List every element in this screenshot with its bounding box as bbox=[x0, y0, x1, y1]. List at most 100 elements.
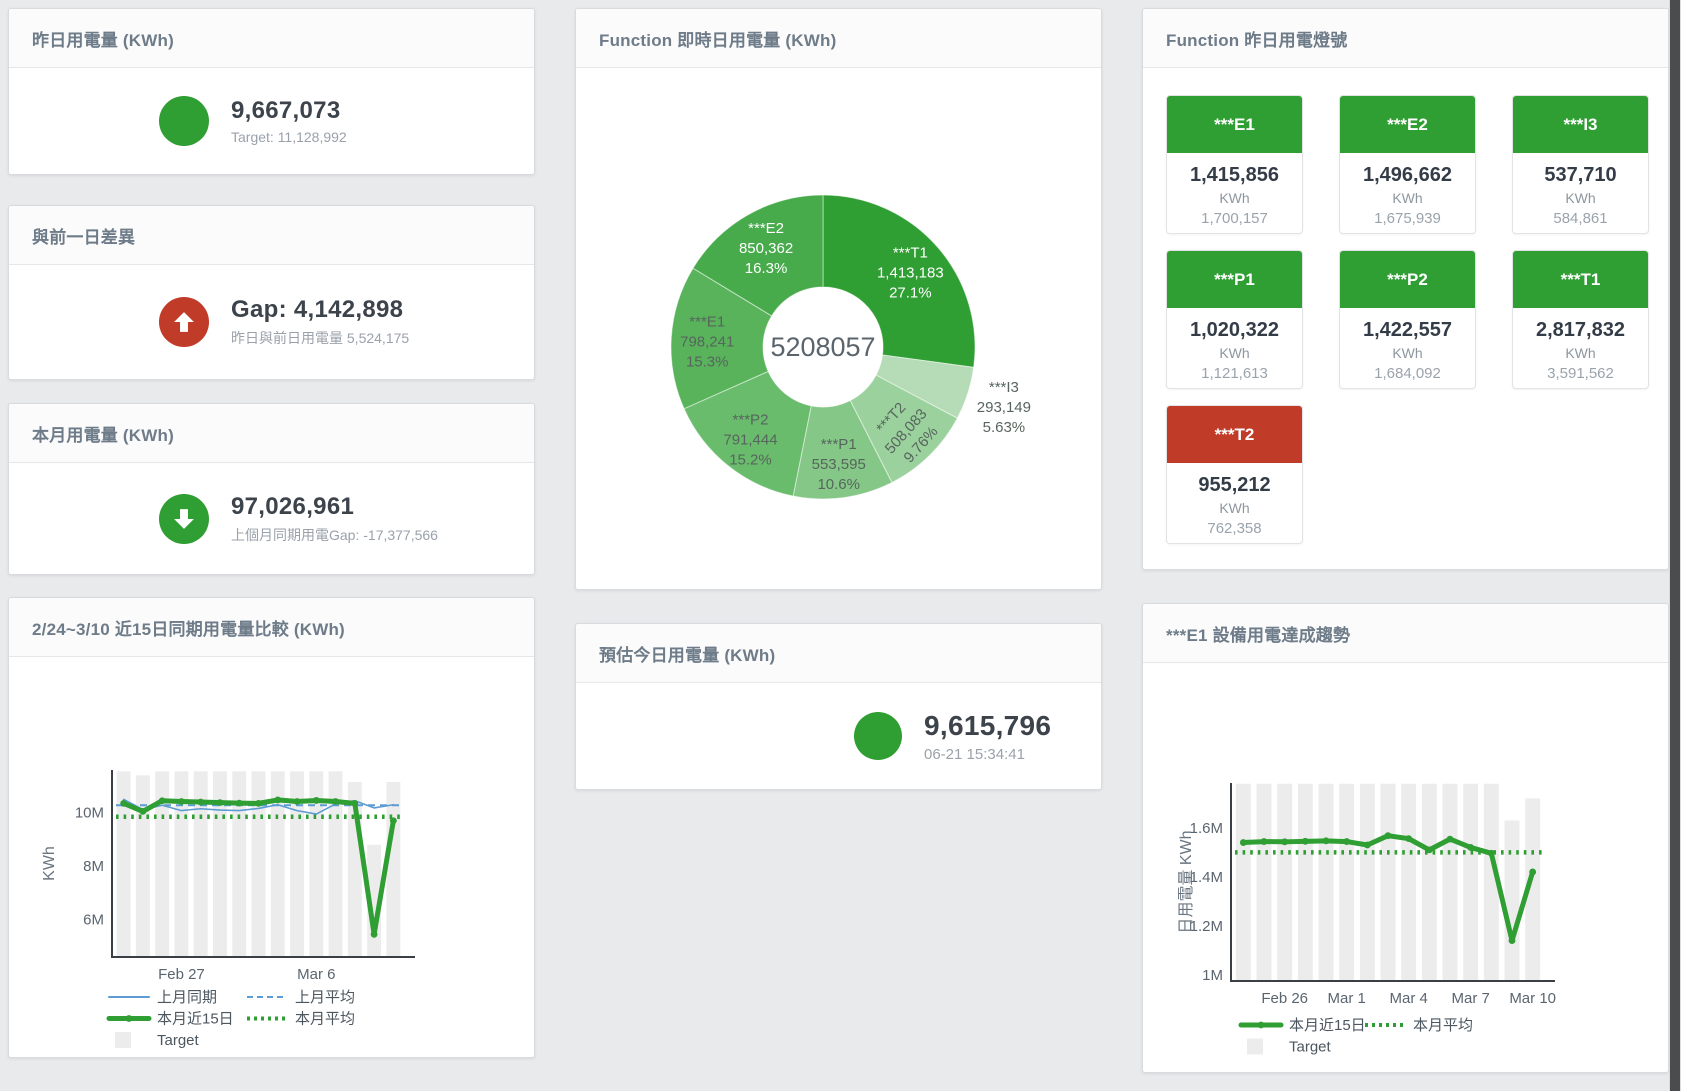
tile-unit: KWh bbox=[1513, 345, 1648, 361]
panel-yesterday-usage: 昨日用電量 (KWh) 9,667,073 Target: 11,128,992 bbox=[8, 8, 535, 175]
panel-month-usage: 本月用電量 (KWh) 97,026,961 上個月同期用電Gap: -17,3… bbox=[8, 403, 535, 575]
tile-value: 1,496,662 bbox=[1340, 164, 1475, 187]
tile-unit: KWh bbox=[1513, 190, 1648, 206]
tile-unit: KWh bbox=[1167, 345, 1302, 361]
tile-value: 1,422,557 bbox=[1340, 319, 1475, 342]
svg-text:本月平均: 本月平均 bbox=[1413, 1017, 1473, 1034]
tile-target: 762,358 bbox=[1167, 520, 1302, 537]
svg-text:上月平均: 上月平均 bbox=[295, 989, 355, 1006]
svg-text:1M: 1M bbox=[1202, 967, 1223, 984]
svg-text:***P2: ***P2 bbox=[733, 412, 769, 429]
up-arrow-icon bbox=[159, 297, 209, 347]
tile-unit: KWh bbox=[1340, 190, 1475, 206]
svg-text:上月同期: 上月同期 bbox=[157, 989, 217, 1006]
tile-status-header: ***P2 bbox=[1340, 251, 1475, 308]
tile-body: 1,496,662KWh1,675,939 bbox=[1340, 164, 1475, 227]
svg-text:Target: Target bbox=[1289, 1039, 1332, 1056]
stat-value: 9,615,796 bbox=[924, 710, 1051, 742]
panel-day-gap: 與前一日差異 Gap: 4,142,898 昨日與前日用電量 5,524,175 bbox=[8, 205, 535, 380]
tile-body: 537,710KWh584,861 bbox=[1513, 164, 1648, 227]
panel-title: 昨日用電量 (KWh) bbox=[32, 26, 174, 51]
svg-text:Mar 10: Mar 10 bbox=[1509, 990, 1556, 1007]
svg-text:15.3%: 15.3% bbox=[686, 354, 729, 371]
svg-text:6M: 6M bbox=[83, 912, 104, 929]
panel-today-estimate: 預估今日用電量 (KWh) 9,615,796 06-21 15:34:41 bbox=[575, 623, 1102, 790]
tile-value: 2,817,832 bbox=[1513, 319, 1648, 342]
vertical-scrollbar bbox=[1669, 0, 1681, 1091]
svg-text:本月近15日: 本月近15日 bbox=[157, 1011, 234, 1028]
svg-text:791,444: 791,444 bbox=[723, 432, 777, 449]
panel-header: 2/24~3/10 近15日同期用電量比較 (KWh) bbox=[9, 598, 534, 657]
svg-text:16.3%: 16.3% bbox=[745, 260, 788, 277]
e1-trend-line-chart: 1M1.2M1.4M1.6M日用電量 KWhFeb 26Mar 1Mar 4Ma… bbox=[1143, 663, 1668, 1073]
svg-text:10M: 10M bbox=[75, 805, 104, 822]
tile-body: 1,422,557KWh1,684,092 bbox=[1340, 319, 1475, 382]
tile-status-header: ***P1 bbox=[1167, 251, 1302, 308]
svg-text:27.1%: 27.1% bbox=[889, 285, 932, 302]
tile-value: 1,020,322 bbox=[1167, 319, 1302, 342]
svg-text:553,595: 553,595 bbox=[812, 456, 866, 473]
panel-title: Function 昨日用電燈號 bbox=[1166, 26, 1347, 51]
tile-body: 1,415,856 KWh 1,700,157 bbox=[1167, 164, 1302, 227]
tile-target: 3,591,562 bbox=[1513, 365, 1648, 382]
stat-subtitle: 06-21 15:34:41 bbox=[924, 746, 1051, 763]
stat-value: Gap: 4,142,898 bbox=[231, 296, 409, 324]
svg-text:KWh: KWh bbox=[41, 846, 58, 881]
svg-text:Feb 27: Feb 27 bbox=[158, 966, 205, 983]
light-tile-T2: ***T2 955,212KWh762,358 bbox=[1166, 405, 1303, 544]
panel-title: 本月用電量 (KWh) bbox=[32, 421, 174, 446]
tile-status-header: ***T2 bbox=[1167, 406, 1302, 463]
stat-body: 97,026,961 上個月同期用電Gap: -17,377,566 bbox=[9, 463, 534, 574]
stat-value: 9,667,073 bbox=[231, 97, 347, 125]
svg-text:本月近15日: 本月近15日 bbox=[1289, 1017, 1366, 1034]
panel-header: 與前一日差異 bbox=[9, 206, 534, 265]
svg-text:10.6%: 10.6% bbox=[817, 476, 860, 493]
stat-subtitle: Target: 11,128,992 bbox=[231, 129, 347, 145]
panel-header: 本月用電量 (KWh) bbox=[9, 404, 534, 463]
scrollbar-thumb[interactable] bbox=[1670, 0, 1680, 1091]
tile-target: 1,684,092 bbox=[1340, 365, 1475, 382]
tile-target: 1,700,157 bbox=[1167, 210, 1302, 227]
panel-header: Function 昨日用電燈號 bbox=[1143, 9, 1668, 68]
tile-status-header: ***T1 bbox=[1513, 251, 1648, 308]
light-tile-E1: ***E1 1,415,856 KWh 1,700,157 bbox=[1166, 95, 1303, 234]
panel-title: 與前一日差異 bbox=[32, 223, 135, 248]
tile-target: 1,121,613 bbox=[1167, 365, 1302, 382]
stat-subtitle: 昨日與前日用電量 5,524,175 bbox=[231, 328, 409, 348]
svg-text:Mar 4: Mar 4 bbox=[1389, 990, 1427, 1007]
tile-status-header: ***E2 bbox=[1340, 96, 1475, 153]
green-status-circle-icon bbox=[854, 712, 902, 760]
panel-title: Function 即時日用電量 (KWh) bbox=[599, 26, 836, 51]
light-tile-I3: ***I3537,710KWh584,861 bbox=[1512, 95, 1649, 234]
svg-text:293,149: 293,149 bbox=[977, 399, 1031, 416]
tile-value: 1,415,856 bbox=[1167, 164, 1302, 187]
svg-text:5.63%: 5.63% bbox=[983, 419, 1026, 436]
svg-text:Target: Target bbox=[157, 1032, 200, 1049]
stat-body: Gap: 4,142,898 昨日與前日用電量 5,524,175 bbox=[9, 265, 534, 379]
comparison-line-chart: 6M8M10MKWhFeb 27Mar 6上月同期上月平均本月近15日本月平均T… bbox=[9, 657, 534, 1057]
realtime-usage-donut-chart: ***T11,413,18327.1%***I3293,1495.63%***T… bbox=[576, 68, 1101, 589]
panel-header: 預估今日用電量 (KWh) bbox=[576, 624, 1101, 683]
svg-text:***E2: ***E2 bbox=[748, 220, 784, 237]
svg-text:798,241: 798,241 bbox=[680, 334, 734, 351]
light-tile-T1: ***T1 2,817,832 KWh 3,591,562 bbox=[1512, 250, 1649, 389]
down-arrow-icon bbox=[159, 494, 209, 544]
svg-text:Mar 1: Mar 1 bbox=[1327, 990, 1365, 1007]
tile-body: 955,212KWh762,358 bbox=[1167, 474, 1302, 537]
green-status-circle-icon bbox=[159, 96, 209, 146]
tile-status-header: ***E1 bbox=[1167, 96, 1302, 153]
stat-value: 97,026,961 bbox=[231, 493, 438, 521]
light-tile-E2: ***E21,496,662KWh1,675,939 bbox=[1339, 95, 1476, 234]
svg-text:8M: 8M bbox=[83, 858, 104, 875]
panel-e1-trend: ***E1 設備用電達成趨勢 1M1.2M1.4M1.6M日用電量 KWhFeb… bbox=[1142, 603, 1669, 1073]
tile-unit: KWh bbox=[1167, 190, 1302, 206]
svg-text:***I3: ***I3 bbox=[989, 379, 1019, 396]
svg-text:1,413,183: 1,413,183 bbox=[877, 265, 944, 282]
tile-value: 955,212 bbox=[1167, 474, 1302, 497]
panel-header: Function 即時日用電量 (KWh) bbox=[576, 9, 1101, 68]
svg-text:Feb 26: Feb 26 bbox=[1261, 990, 1308, 1007]
svg-text:***T1: ***T1 bbox=[893, 245, 928, 262]
panel-header: 昨日用電量 (KWh) bbox=[9, 9, 534, 68]
stat-body: 9,615,796 06-21 15:34:41 bbox=[576, 683, 1101, 789]
panel-realtime-usage-donut: Function 即時日用電量 (KWh) ***T1 1,413,183 27.1… bbox=[575, 8, 1102, 590]
